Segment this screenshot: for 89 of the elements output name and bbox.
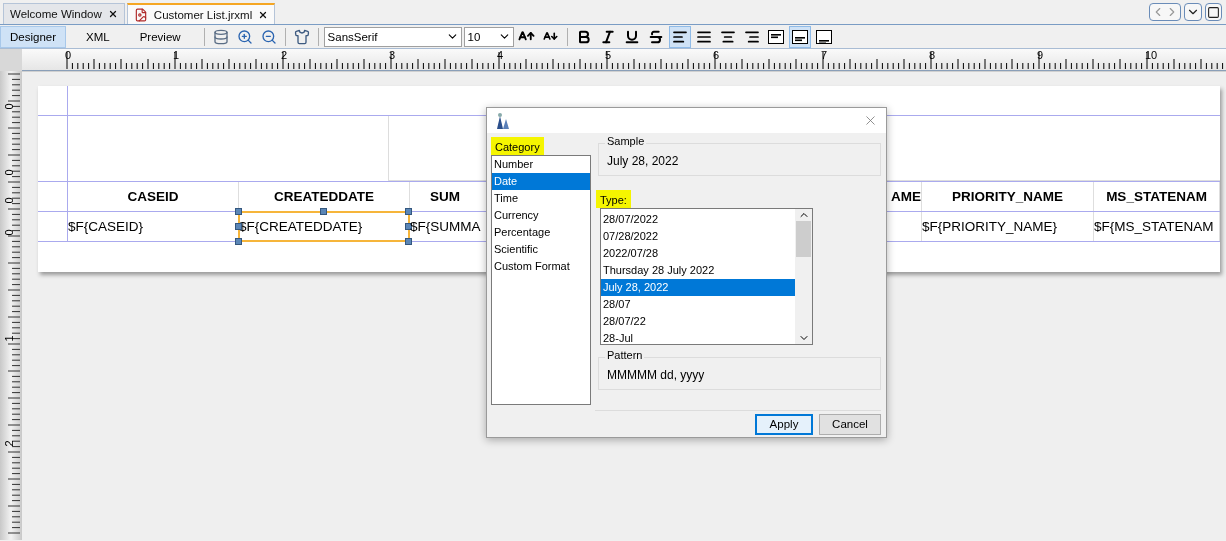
column-header: SUM <box>430 189 460 204</box>
category-item[interactable]: Custom Format <box>492 258 590 276</box>
close-icon[interactable] <box>258 9 269 20</box>
square-icon <box>1207 5 1220 19</box>
field-expression[interactable]: $F{CREATEDDATE} <box>239 219 363 234</box>
view-tab[interactable]: XML <box>76 25 120 48</box>
vertical-align-button[interactable] <box>788 25 811 48</box>
ruler-number: 0 <box>65 49 72 61</box>
ruler-number: 1 <box>173 49 180 61</box>
category-item[interactable]: Number <box>492 156 590 174</box>
type-item[interactable]: 28/07 <box>601 296 795 314</box>
dialog-button[interactable]: Apply <box>755 413 813 435</box>
column-header: PRIORITY_NAME <box>952 189 1063 204</box>
type-label: Type: <box>596 190 631 209</box>
detail-cell[interactable]: $F{MS_STATENAM <box>1094 212 1220 241</box>
ruler-number: 1 <box>3 335 15 342</box>
resize-handle[interactable] <box>235 208 242 215</box>
group-title: Sample <box>605 135 647 148</box>
app-logo-icon <box>495 111 511 130</box>
ruler-number: 0 <box>3 103 15 110</box>
maximize-button[interactable] <box>1205 3 1222 21</box>
ruler-number: 0 <box>3 197 15 204</box>
column-header: CASEID <box>127 189 179 204</box>
type-item[interactable]: July 28, 2022 <box>601 279 795 297</box>
text-align-icon <box>719 28 736 45</box>
ruler-number: 0 <box>3 169 15 176</box>
ruler-number: 2 <box>281 49 288 61</box>
field-expression[interactable]: $F{CASEID} <box>68 219 144 234</box>
text-align-icon <box>671 28 688 45</box>
type-item[interactable]: 07/28/2022 <box>601 228 795 246</box>
column-header: AME <box>891 189 921 204</box>
ruler-number: 10 <box>1145 49 1158 61</box>
dialog-button[interactable]: Cancel <box>819 413 881 435</box>
resize-handle[interactable] <box>405 238 412 245</box>
ruler-number: 9 <box>1037 49 1044 61</box>
type-item[interactable]: 28-Jul <box>601 330 795 348</box>
resize-handle[interactable] <box>405 223 412 230</box>
report-file-icon <box>133 7 148 22</box>
category-item[interactable]: Date <box>492 173 590 191</box>
detail-cell[interactable]: $F{CREATEDDATE} <box>239 212 410 241</box>
resize-handle[interactable] <box>405 208 412 215</box>
vertical-align-icon <box>815 29 832 44</box>
document-tab[interactable]: Welcome Window <box>3 3 125 24</box>
resize-handle[interactable] <box>320 208 327 215</box>
category-list[interactable]: Number Date Time Currency Percentage Scientific Custom Format <box>491 155 591 406</box>
ruler-number: 7 <box>821 49 828 61</box>
category-item[interactable]: Time <box>492 190 590 208</box>
text-align-icon <box>695 28 712 45</box>
field-expression[interactable]: $F{PRIORITY_NAME} <box>922 219 1058 234</box>
resize-handle[interactable] <box>235 223 242 230</box>
ruler-number: 8 <box>929 49 936 61</box>
ruler-number: 6 <box>713 49 720 61</box>
vertical-align-icon <box>791 29 808 44</box>
ruler-number: 5 <box>605 49 612 61</box>
field-expression[interactable]: $F{MS_STATENAM <box>1094 219 1214 234</box>
category-item[interactable]: Currency <box>492 207 590 225</box>
vertical-align-icon <box>767 29 784 44</box>
view-tab[interactable]: Preview <box>129 25 191 48</box>
type-item[interactable]: 28/07/2022 <box>601 211 795 229</box>
scrollbar[interactable] <box>795 209 812 345</box>
category-label: Category <box>491 137 544 156</box>
ruler-corner <box>0 49 22 71</box>
align-button[interactable] <box>668 25 691 48</box>
field-expression[interactable]: $F{SUMMA <box>410 219 481 234</box>
pattern-value: MMMMM dd, yyyy <box>607 368 705 383</box>
category-item[interactable]: Percentage <box>492 224 590 242</box>
close-icon[interactable] <box>107 9 118 19</box>
dropdown-button[interactable] <box>1184 3 1202 21</box>
group-title: Pattern <box>605 349 645 362</box>
type-list[interactable]: 28/07/2022 07/28/2022 2022/07/28 Thursday 28 July 2022 July 28, 2022 28/07 28/07/22 28-Jul <box>600 208 813 346</box>
text-align-icon <box>743 28 760 45</box>
category-item[interactable]: Scientific <box>492 241 590 259</box>
ruler-number: 4 <box>497 49 504 61</box>
type-item[interactable]: 28/07/22 <box>601 313 795 331</box>
ruler-number: 3 <box>389 49 396 61</box>
column-header: CREATEDDATE <box>274 189 374 204</box>
document-tab[interactable]: Customer List.jrxml <box>126 3 276 24</box>
column-header: MS_STATENAM <box>1106 189 1207 204</box>
scroll-thumb[interactable] <box>796 221 811 258</box>
size-dropdown[interactable]: 10 <box>463 26 514 47</box>
type-item[interactable]: Thursday 28 July 2022 <box>601 262 795 280</box>
resize-handle[interactable] <box>235 238 242 245</box>
detail-cell[interactable]: $F{PRIORITY_NAME} <box>922 212 1094 241</box>
type-item[interactable]: 2022/07/28 <box>601 245 795 263</box>
sample-value: July 28, 2022 <box>607 154 679 169</box>
ruler-number: 2 <box>3 440 15 447</box>
font-dropdown[interactable]: SansSerif <box>323 26 462 47</box>
view-tab[interactable]: Designer <box>0 25 67 48</box>
ruler-number: 0 <box>3 229 15 236</box>
